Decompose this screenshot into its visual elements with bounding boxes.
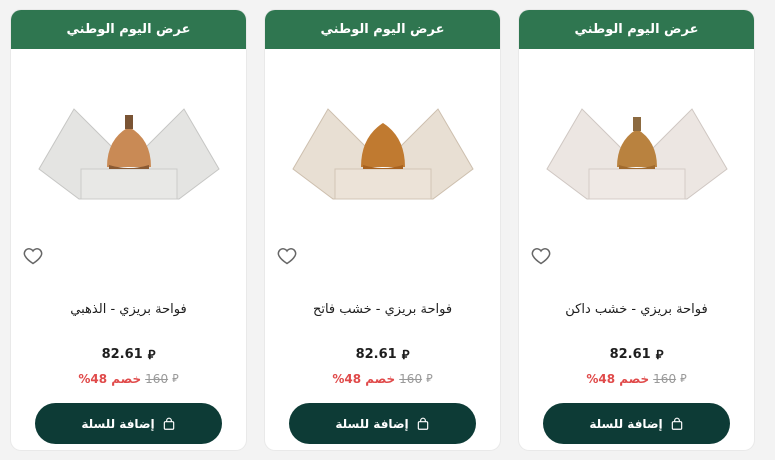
old-price: 160 xyxy=(145,372,169,386)
add-to-cart-button[interactable]: إضافة للسلة xyxy=(35,403,222,444)
offer-banner: عرض اليوم الوطني xyxy=(519,10,754,49)
product-card[interactable]: عرض اليوم الوطني فواحة بريزي - خشب داكن … xyxy=(519,10,754,450)
discount-row: خصم 48% 160 ⃁ xyxy=(265,372,500,386)
shopping-bag-icon xyxy=(163,417,174,430)
add-to-cart-label: إضافة للسلة xyxy=(81,416,155,431)
add-to-cart-label: إضافة للسلة xyxy=(335,416,409,431)
current-price: 82.61 ⃁ xyxy=(265,346,500,363)
offer-banner: عرض اليوم الوطني xyxy=(11,10,246,49)
price-value: 82.61 xyxy=(101,347,143,362)
product-card[interactable]: عرض اليوم الوطني فواحة بريزي - خشب فاتح … xyxy=(265,10,500,450)
product-name[interactable]: فواحة بريزي - الذهبي xyxy=(11,302,246,317)
current-price: 82.61 ⃁ xyxy=(11,346,246,363)
discount-row: خصم 48% 160 ⃁ xyxy=(11,372,246,386)
product-name[interactable]: فواحة بريزي - خشب فاتح xyxy=(265,302,500,317)
sar-currency-icon: ⃁ xyxy=(680,372,687,385)
sar-currency-icon: ⃁ xyxy=(655,348,664,363)
favorite-heart-icon[interactable] xyxy=(531,246,551,266)
discount-badge: خصم 48% xyxy=(586,372,650,386)
product-image[interactable] xyxy=(519,49,754,229)
product-card[interactable]: عرض اليوم الوطني فواحة بريزي - الذهبي 82… xyxy=(11,10,246,450)
sar-currency-icon: ⃁ xyxy=(172,372,179,385)
sar-currency-icon: ⃁ xyxy=(426,372,433,385)
product-image[interactable] xyxy=(265,49,500,229)
discount-badge: خصم 48% xyxy=(78,372,142,386)
add-to-cart-label: إضافة للسلة xyxy=(589,416,663,431)
price-value: 82.61 xyxy=(355,347,397,362)
discount-badge: خصم 48% xyxy=(332,372,396,386)
shopping-bag-icon xyxy=(417,417,428,430)
favorite-heart-icon[interactable] xyxy=(23,246,43,266)
sar-currency-icon: ⃁ xyxy=(147,348,156,363)
shopping-bag-icon xyxy=(671,417,682,430)
offer-banner: عرض اليوم الوطني xyxy=(265,10,500,49)
old-price: 160 xyxy=(653,372,677,386)
favorite-heart-icon[interactable] xyxy=(277,246,297,266)
old-price: 160 xyxy=(399,372,423,386)
add-to-cart-button[interactable]: إضافة للسلة xyxy=(289,403,476,444)
current-price: 82.61 ⃁ xyxy=(519,346,754,363)
product-name[interactable]: فواحة بريزي - خشب داكن xyxy=(519,302,754,317)
price-value: 82.61 xyxy=(609,347,651,362)
discount-row: خصم 48% 160 ⃁ xyxy=(519,372,754,386)
sar-currency-icon: ⃁ xyxy=(401,348,410,363)
add-to-cart-button[interactable]: إضافة للسلة xyxy=(543,403,730,444)
product-image[interactable] xyxy=(11,49,246,229)
